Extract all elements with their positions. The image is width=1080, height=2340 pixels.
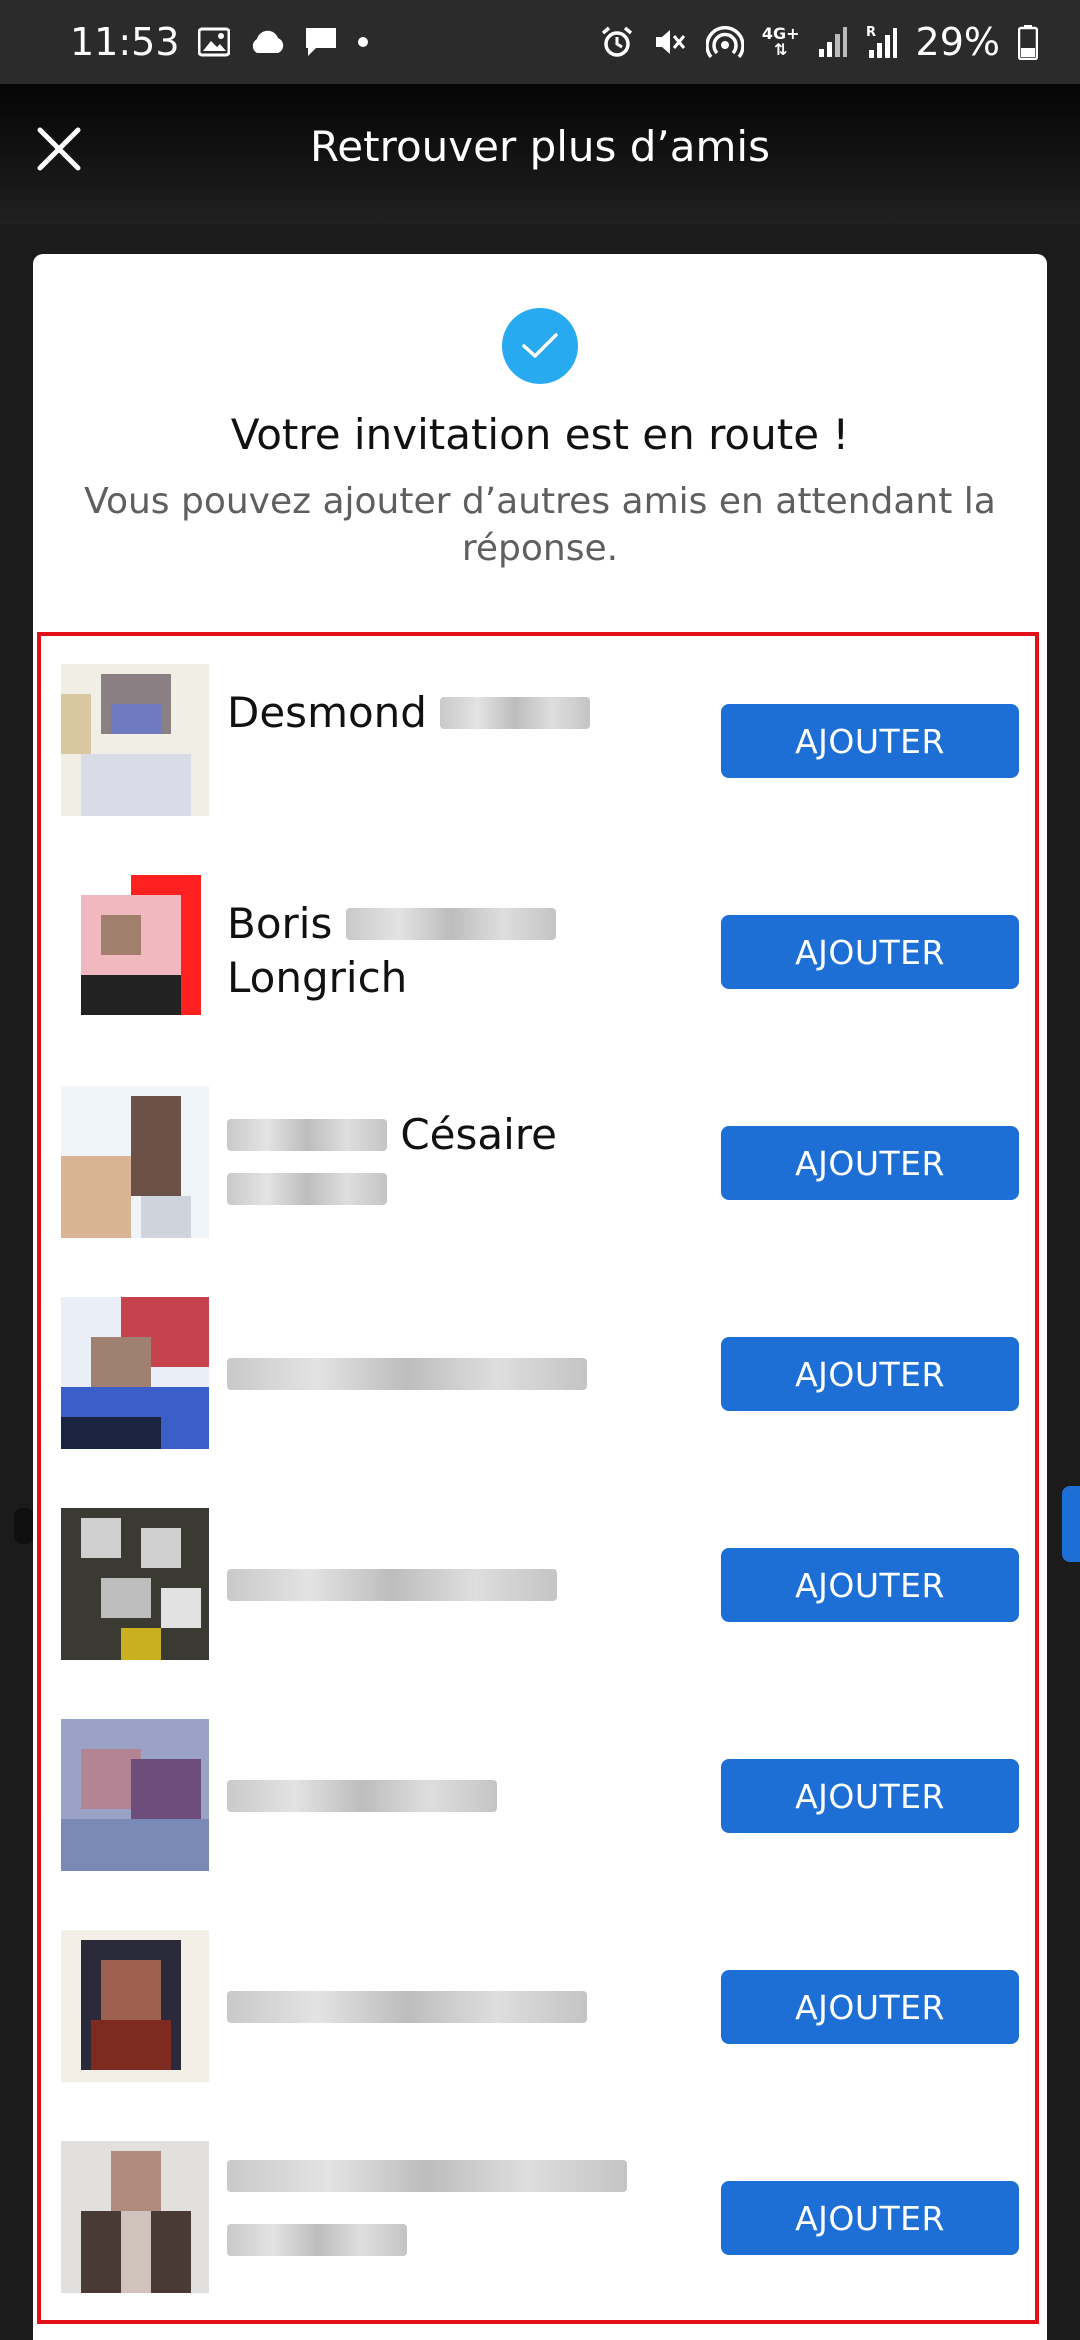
friend-row: AJOUTER [41, 2113, 1035, 2324]
friend-row: AJOUTER [41, 1269, 1035, 1480]
gallery-icon [197, 27, 230, 57]
blurred-name [227, 1118, 387, 1151]
app-bar: Retrouver plus d’amis [0, 84, 1080, 224]
confirmation-title: Votre invitation est en route ! [230, 410, 850, 459]
svg-text:R: R [866, 25, 876, 40]
blurred-name [345, 907, 556, 940]
friend-name [227, 1347, 727, 1401]
friend-row: Boris Longrich AJOUTER [41, 847, 1035, 1058]
cloud-icon [248, 29, 286, 55]
alarm-icon [600, 25, 634, 59]
friend-row: AJOUTER [41, 1480, 1035, 1691]
avatar [61, 1719, 209, 1871]
avatar [61, 1086, 209, 1238]
blurred-name [227, 1779, 497, 1812]
friend-name [227, 1980, 727, 2034]
blurred-name [227, 1568, 557, 1601]
signal-icon [818, 25, 848, 59]
add-friend-button[interactable]: AJOUTER [721, 915, 1019, 989]
blurred-name [227, 1357, 587, 1390]
blurred-name [227, 1990, 587, 2023]
clock: 11:53 [70, 20, 180, 64]
friend-name [227, 2149, 727, 2257]
avatar [61, 875, 209, 1027]
blurred-name [227, 2223, 407, 2256]
network-4g-icon: 4G+ ⇅ [762, 26, 800, 58]
friend-name: Desmond [227, 686, 727, 740]
mute-icon [652, 25, 688, 59]
friend-last-name: Longrich [227, 953, 408, 1002]
avatar [61, 1297, 209, 1449]
blurred-name [227, 2159, 627, 2192]
hotspot-icon [705, 25, 744, 59]
invitation-card: Votre invitation est en route ! Vous pou… [33, 254, 1047, 2340]
friend-row: AJOUTER [41, 1691, 1035, 1902]
add-friend-button[interactable]: AJOUTER [721, 704, 1019, 778]
friend-first-name: Boris [227, 899, 333, 948]
page-title: Retrouver plus d’amis [310, 122, 770, 171]
battery-percent: 29% [915, 20, 1000, 64]
status-left: 11:53 [70, 20, 370, 64]
friend-name: Boris Longrich [227, 897, 727, 1005]
friend-row: AJOUTER [41, 1902, 1035, 2113]
backdrop-edge [14, 1508, 34, 1544]
add-friend-button[interactable]: AJOUTER [721, 1337, 1019, 1411]
add-friend-button[interactable]: AJOUTER [721, 1970, 1019, 2044]
screen: 11:53 4G+ ⇅ R 29% Retrouver plus d’amis … [0, 0, 1080, 2340]
blurred-name [227, 1172, 387, 1205]
status-bar: 11:53 4G+ ⇅ R 29% [0, 0, 1080, 84]
friend-name: Césaire [227, 1108, 727, 1216]
friend-suggestion-list: Desmond AJOUTER Boris Longrich AJOUTER C… [37, 632, 1039, 2324]
add-friend-button[interactable]: AJOUTER [721, 1759, 1019, 1833]
friend-name [227, 1558, 727, 1612]
add-friend-button[interactable]: AJOUTER [721, 1126, 1019, 1200]
signal-roaming-icon: R [866, 24, 898, 60]
friend-row: Desmond AJOUTER [41, 636, 1035, 847]
avatar [61, 1930, 209, 2082]
avatar [61, 664, 209, 816]
blurred-name [440, 696, 591, 729]
backdrop-button-edge [1062, 1486, 1080, 1562]
friend-name [227, 1769, 727, 1823]
dot-icon [356, 35, 370, 49]
message-icon [304, 26, 338, 58]
battery-icon [1018, 24, 1038, 60]
check-circle-icon [502, 308, 578, 384]
status-right: 4G+ ⇅ R 29% [600, 20, 1038, 64]
updown-arrows: ⇅ [773, 40, 788, 59]
friend-first-name: Césaire [400, 1110, 557, 1159]
confirmation-subtitle: Vous pouvez ajouter d’autres amis en att… [84, 481, 996, 569]
friend-first-name: Desmond [227, 688, 427, 737]
friend-row: Césaire AJOUTER [41, 1058, 1035, 1269]
avatar [61, 1508, 209, 1660]
add-friend-button[interactable]: AJOUTER [721, 1548, 1019, 1622]
avatar [61, 2141, 209, 2293]
add-friend-button[interactable]: AJOUTER [721, 2181, 1019, 2255]
